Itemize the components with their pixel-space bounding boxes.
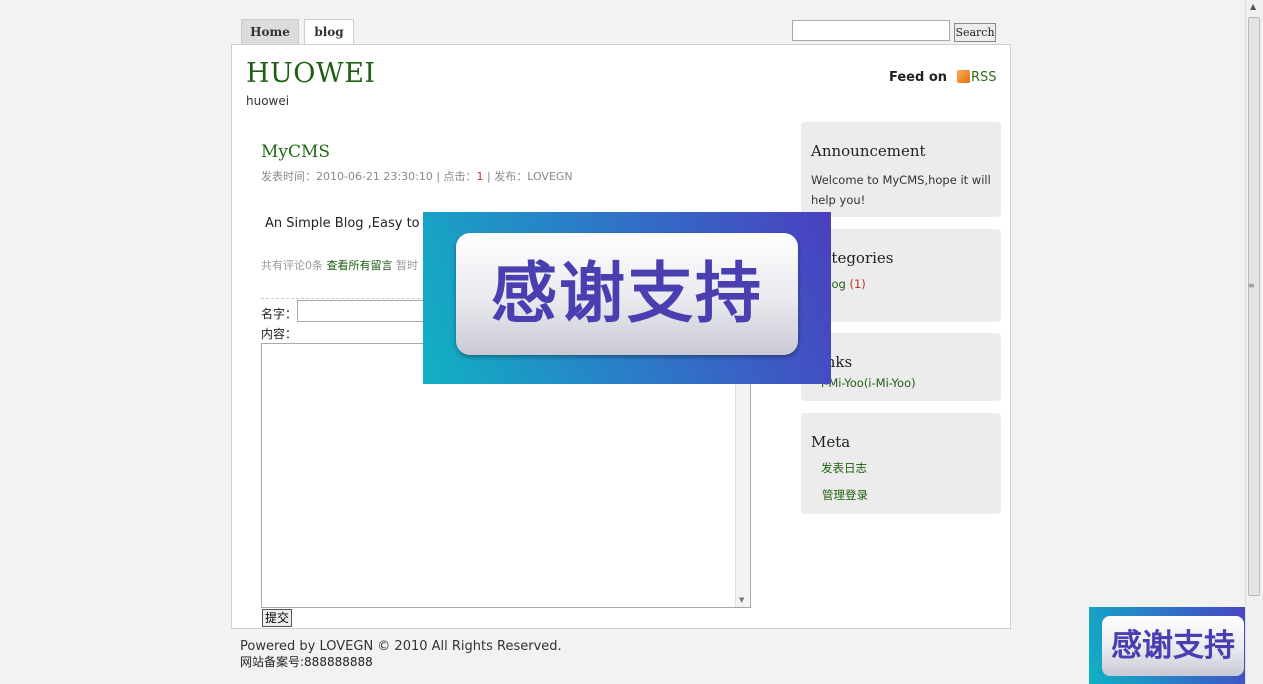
content-label: 内容： <box>261 327 298 341</box>
view-all-comments-link[interactable]: 查看所有留言 <box>327 259 393 272</box>
announcement-text: Welcome to MyCMS,hope it will help you! <box>811 173 991 207</box>
submit-button[interactable]: 提交 <box>262 609 292 627</box>
link-item[interactable]: i-Mi-Yoo(i-Mi-Yoo) <box>821 376 916 390</box>
post-meta-suffix: | 发布：LOVEGN <box>483 170 573 183</box>
thanks-support-text[interactable]: 感谢支持 <box>456 233 798 355</box>
post-body: An Simple Blog ,Easy to L <box>265 216 431 231</box>
scroll-up-arrow-icon[interactable]: ▲ <box>1250 2 1256 11</box>
search-button[interactable]: Search <box>954 23 996 42</box>
scroll-down-arrow-icon[interactable]: ▼ <box>739 596 744 604</box>
feed-on-label: Feed on <box>889 70 948 85</box>
links-widget: Links i-Mi-Yoo(i-Mi-Yoo) <box>801 333 1001 401</box>
rss-link[interactable]: RSS <box>971 70 997 85</box>
tab-blog[interactable]: blog <box>304 19 354 45</box>
search-input[interactable] <box>792 20 950 41</box>
post-title[interactable]: MyCMS <box>261 142 330 162</box>
site-subtitle: huowei <box>246 94 290 108</box>
footer-icp: 网站备案号:888888888 <box>240 655 373 669</box>
page-scrollbar[interactable]: ▲ ≡ <box>1245 0 1263 684</box>
post-click-count: 1 <box>476 170 484 183</box>
meta-item-post[interactable]: 发表日志 <box>821 460 867 476</box>
announcement-widget: Announcement Welcome to MyCMS,hope it wi… <box>801 122 1001 217</box>
footer-copyright: Powered by LOVEGN © 2010 All Rights Rese… <box>240 639 562 654</box>
categories-widget: Categories blog (1) <box>801 229 1001 322</box>
thanks-support-corner-text[interactable]: 感谢支持 <box>1102 616 1244 676</box>
scrollbar-thumb[interactable] <box>1248 17 1260 596</box>
name-label: 名字： <box>261 307 298 321</box>
thanks-support-popup[interactable]: 感谢支持 <box>423 212 831 384</box>
thanks-support-corner-banner[interactable]: 感谢支持 <box>1089 607 1256 684</box>
category-count: (1) <box>849 277 866 291</box>
rss-icon[interactable] <box>957 70 970 83</box>
tab-home[interactable]: Home <box>241 19 299 44</box>
meta-title: Meta <box>811 433 851 451</box>
meta-widget: Meta 发表日志 管理登录 <box>801 413 1001 514</box>
post-meta-prefix: 发表时间：2010-06-21 23:30:10 | 点击： <box>261 170 477 183</box>
scrollbar-grip-icon: ≡ <box>1248 281 1255 290</box>
announcement-title: Announcement <box>811 142 926 160</box>
site-title: HUOWEI <box>246 58 376 89</box>
comments-line: 共有评论0条 查看所有留言 暂时 <box>261 257 418 273</box>
comments-count: 共有评论0条 <box>261 259 327 272</box>
comments-suffix: 暂时 <box>392 259 418 272</box>
post-meta: 发表时间：2010-06-21 23:30:10 | 点击：1 | 发布：LOV… <box>261 168 573 184</box>
meta-item-login[interactable]: 管理登录 <box>822 487 868 503</box>
